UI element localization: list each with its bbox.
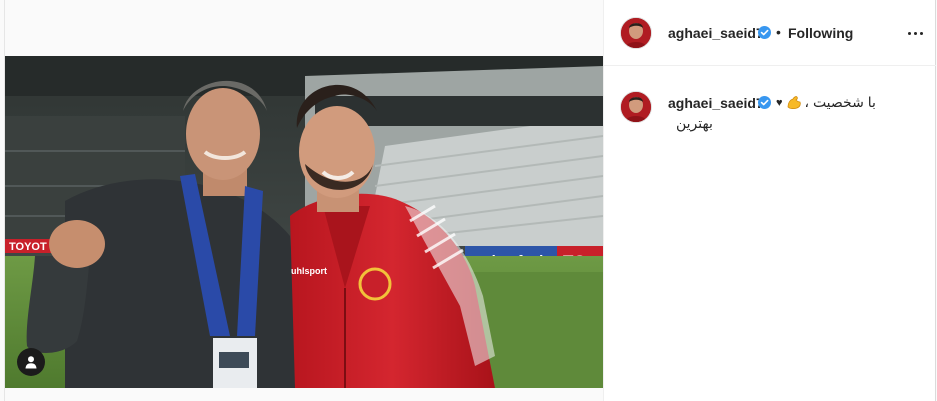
- kit-logo-text: uhlsport: [291, 266, 327, 276]
- post-photo[interactable]: TOYOT @theafccl TO: [5, 56, 603, 388]
- user-tags-icon: [25, 356, 37, 369]
- flexed-biceps-emoji-icon: [787, 95, 801, 109]
- caption-author-avatar[interactable]: [620, 91, 652, 123]
- caption-author-username[interactable]: aghaei_saeid7: [668, 95, 764, 111]
- post-header: aghaei_saeid7 • Following: [604, 0, 936, 66]
- author-username[interactable]: aghaei_saeid7: [668, 25, 764, 41]
- author-avatar[interactable]: [620, 17, 652, 49]
- caption-comment: aghaei_saeid7 ♥ با شخصیت ، بهترین: [604, 66, 936, 166]
- caption-verified-badge-icon: [758, 96, 771, 109]
- caption-text-1: با شخصیت ،: [804, 94, 876, 110]
- user-tags-button[interactable]: [17, 348, 45, 376]
- following-button[interactable]: Following: [788, 25, 853, 41]
- header-separator: •: [776, 24, 781, 40]
- board-left-text: TOYOT: [9, 241, 47, 253]
- more-options-icon[interactable]: [904, 22, 926, 44]
- black-heart-emoji-icon: ♥: [776, 96, 783, 109]
- verified-badge-icon: [758, 26, 771, 39]
- caption-line-1: ♥ با شخصیت ،: [776, 94, 876, 111]
- caption-text-2: بهترین: [676, 115, 713, 131]
